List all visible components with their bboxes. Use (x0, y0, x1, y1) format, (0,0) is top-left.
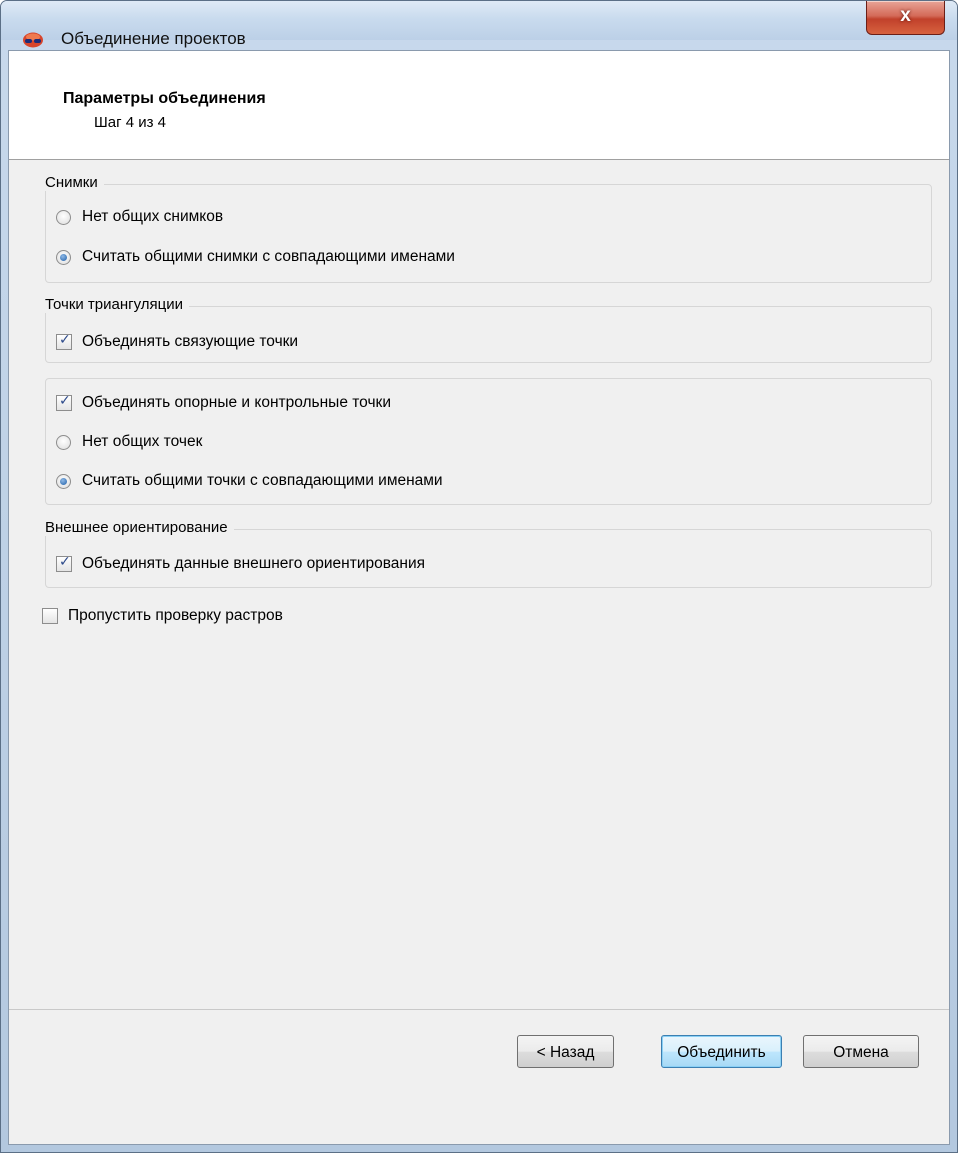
step-indicator: Шаг 4 из 4 (94, 114, 167, 131)
checkbox-checked-icon (56, 393, 72, 411)
option-label: Считать общими точки с совпадающими имен… (82, 472, 443, 489)
no-common-images-radio[interactable]: Нет общих снимков (56, 208, 223, 226)
option-label: Нет общих точек (82, 433, 203, 450)
dialog-window: Объединение проектов x Параметры объедин… (0, 0, 958, 1153)
radio-unselected-icon (56, 434, 71, 450)
merge-gcp-checkbox[interactable]: Объединять опорные и контрольные точки (56, 393, 391, 412)
radio-unselected-icon (56, 209, 71, 225)
merge-tie-points-checkbox[interactable]: Объединять связующие точки (56, 332, 299, 351)
images-group (45, 184, 932, 283)
title-bar[interactable]: Объединение проектов x (1, 1, 957, 48)
no-common-points-radio[interactable]: Нет общих точек (56, 433, 202, 451)
triangulation-group-label: Точки триангуляции (45, 296, 190, 313)
option-label: Объединять связующие точки (82, 333, 299, 350)
option-label: Объединять данные внешнего ориентировани… (82, 555, 426, 572)
merge-exterior-orientation-checkbox[interactable]: Объединять данные внешнего ориентировани… (56, 554, 426, 573)
radio-selected-icon (56, 249, 71, 265)
app-logo-icon (23, 32, 43, 48)
skip-raster-check-checkbox[interactable]: Пропустить проверку растров (42, 607, 283, 625)
close-icon: x (900, 5, 911, 26)
wizard-header: Параметры объединения Шаг 4 из 4 (9, 51, 949, 160)
checkbox-checked-icon (56, 554, 72, 572)
option-label: Нет общих снимков (82, 208, 224, 225)
merge-button[interactable]: Объединить (661, 1035, 782, 1068)
dialog-client-area: Параметры объединения Шаг 4 из 4 Снимки … (8, 50, 950, 1145)
exterior-orientation-group-label: Внешнее ориентирование (45, 519, 234, 536)
checkbox-checked-icon (56, 332, 72, 350)
page-title: Параметры объединения (63, 90, 266, 107)
cancel-button[interactable]: Отмена (803, 1035, 919, 1068)
back-button[interactable]: < Назад (517, 1035, 614, 1068)
footer-divider (9, 1009, 949, 1010)
radio-selected-icon (56, 473, 71, 489)
option-label: Считать общими снимки с совпадающими име… (82, 248, 455, 265)
same-name-images-radio[interactable]: Считать общими снимки с совпадающими име… (56, 248, 455, 266)
checkbox-unchecked-icon (42, 608, 58, 624)
close-button[interactable]: x (866, 1, 945, 35)
window-title: Объединение проектов (61, 29, 246, 48)
same-name-points-radio[interactable]: Считать общими точки с совпадающими имен… (56, 472, 443, 490)
option-label: Объединять опорные и контрольные точки (82, 394, 391, 411)
option-label: Пропустить проверку растров (68, 607, 283, 624)
images-group-label: Снимки (45, 174, 104, 191)
